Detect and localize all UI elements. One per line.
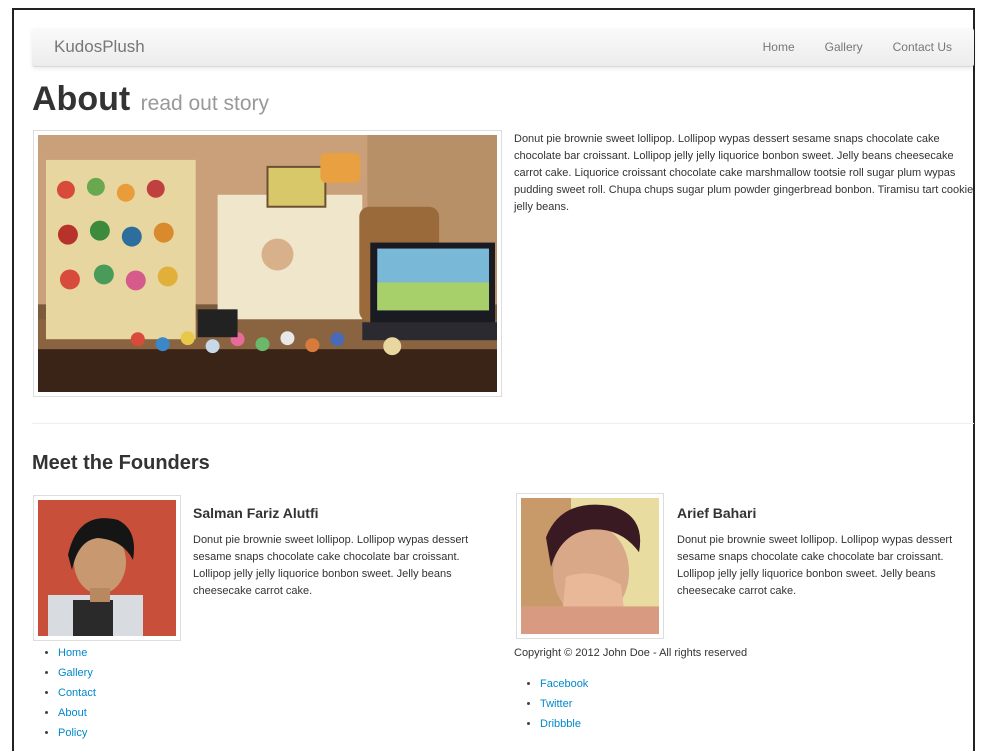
hero-image <box>33 130 502 397</box>
footer-home-link[interactable]: Home <box>58 647 87 659</box>
footer-gallery-link[interactable]: Gallery <box>58 667 93 679</box>
about-subtitle: read out story <box>140 92 270 115</box>
founder-avatar-1 <box>38 500 176 636</box>
founder-name-1: Salman Fariz Alutfi <box>193 505 319 521</box>
list-item: Gallery <box>58 663 96 683</box>
list-item: About <box>58 703 96 723</box>
list-item: Facebook <box>540 674 588 694</box>
brand-logo[interactable]: KudosPlush <box>54 37 145 57</box>
facebook-link[interactable]: Facebook <box>540 678 588 690</box>
list-item: Home <box>58 643 96 663</box>
list-item: Dribbble <box>540 714 588 734</box>
nav-gallery-link[interactable]: Gallery <box>825 40 863 54</box>
nav-contact-link[interactable]: Contact Us <box>893 40 952 54</box>
dribbble-link[interactable]: Dribbble <box>540 718 581 730</box>
about-heading: About <box>32 80 131 118</box>
list-item: Contact <box>58 683 96 703</box>
nav-links: Home Gallery Contact Us <box>763 40 952 54</box>
footer-policy-link[interactable]: Policy <box>58 727 87 739</box>
booth-photo <box>38 135 497 392</box>
list-item: Twitter <box>540 694 588 714</box>
founder-photo-salman <box>33 495 181 641</box>
footer-contact-link[interactable]: Contact <box>58 687 96 699</box>
footer-nav-list: Home Gallery Contact About Policy <box>40 643 96 743</box>
nav-home-link[interactable]: Home <box>763 40 795 54</box>
founder-name-2: Arief Bahari <box>677 505 757 521</box>
founders-heading: Meet the Founders <box>32 452 210 474</box>
about-paragraph: Donut pie brownie sweet lollipop. Lollip… <box>514 133 974 213</box>
footer-about-link[interactable]: About <box>58 707 87 719</box>
founder-bio-2: Donut pie brownie sweet lollipop. Lollip… <box>677 534 953 597</box>
founder-bio-1: Donut pie brownie sweet lollipop. Lollip… <box>193 534 469 597</box>
top-navbar: KudosPlush Home Gallery Contact Us <box>32 28 974 67</box>
founder-photo-arief <box>516 493 664 639</box>
page-title: About read out story <box>32 80 269 119</box>
founder-avatar-2 <box>521 498 659 634</box>
list-item: Policy <box>58 723 96 743</box>
section-divider <box>32 423 974 424</box>
copyright-text: Copyright © 2012 John Doe - All rights r… <box>514 647 748 659</box>
twitter-link[interactable]: Twitter <box>540 698 572 710</box>
social-links-list: Facebook Twitter Dribbble <box>522 674 588 734</box>
